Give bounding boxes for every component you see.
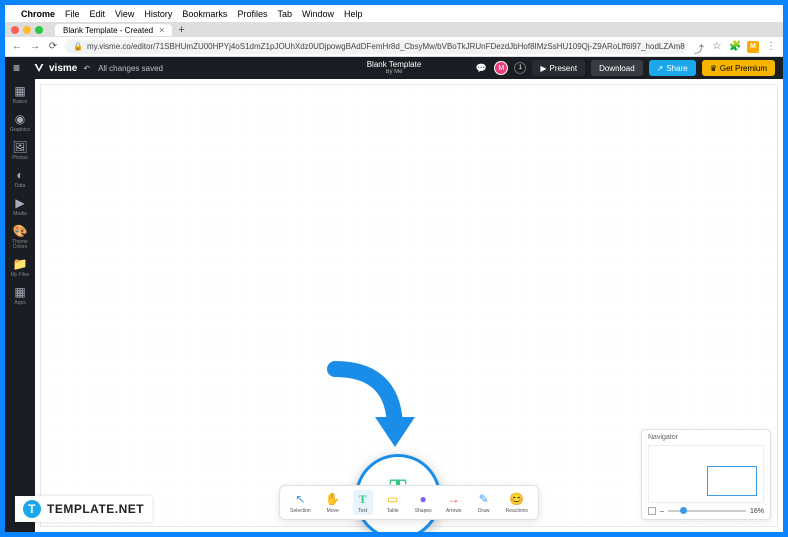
close-window-icon[interactable] — [11, 26, 19, 34]
menu-help[interactable]: Help — [344, 9, 363, 19]
arrows-icon: → — [446, 491, 462, 507]
selection-icon: ↖ — [292, 491, 308, 507]
template-net-logo-icon: T — [23, 500, 41, 518]
close-tab-icon[interactable]: × — [159, 25, 164, 35]
save-status: All changes saved — [98, 64, 163, 73]
present-button[interactable]: ▶ Present — [532, 60, 585, 76]
share-icon[interactable]: ⤴ — [693, 41, 705, 53]
back-button[interactable]: ← — [11, 41, 23, 52]
fullscreen-icon[interactable] — [648, 507, 656, 515]
browser-tab[interactable]: Blank Template - Created × — [55, 24, 172, 36]
tool-move[interactable]: ✋Move — [323, 490, 343, 515]
menu-bookmarks[interactable]: Bookmarks — [182, 9, 227, 19]
photos-icon: 🖼 — [12, 139, 28, 155]
tab-title: Blank Template - Created — [63, 26, 153, 35]
sidebar-theme-colors[interactable]: 🎨Theme Colors — [6, 223, 34, 250]
menu-file[interactable]: File — [65, 9, 80, 19]
new-tab-button[interactable]: + — [178, 24, 184, 36]
sidebar-photos[interactable]: 🖼Photos — [6, 139, 34, 161]
reload-button[interactable]: ⟳ — [47, 41, 59, 52]
visme-app: ≡ visme ↶ All changes saved Blank Templa… — [5, 57, 783, 532]
zoom-out-icon[interactable]: – — [660, 508, 664, 515]
menu-app[interactable]: Chrome — [21, 9, 55, 19]
zoom-thumb[interactable] — [680, 507, 687, 514]
lock-icon: 🔒 — [73, 42, 83, 51]
undo-icon[interactable]: ↶ — [83, 64, 90, 73]
apps-icon: ▦ — [12, 284, 28, 300]
shapes-icon: ● — [415, 491, 431, 507]
tool-selection[interactable]: ↖Selection — [288, 490, 313, 515]
comments-icon[interactable]: 💬 — [474, 61, 488, 75]
zoom-control: – 16% — [648, 507, 764, 515]
extensions-icon[interactable]: 🧩 — [729, 41, 741, 53]
maximize-window-icon[interactable] — [35, 26, 43, 34]
menu-history[interactable]: History — [144, 9, 172, 19]
tool-reactions[interactable]: 😊Reactions — [504, 490, 530, 515]
palette-icon: 🎨 — [12, 223, 28, 239]
tool-arrows[interactable]: →Arrows — [444, 490, 464, 515]
download-button[interactable]: Download — [591, 60, 643, 76]
navigator-viewport[interactable] — [648, 445, 764, 503]
bottom-toolbar: ↖Selection ✋Move TText ▭Table ●Shapes →A… — [279, 485, 539, 520]
draw-icon: ✎ — [476, 491, 492, 507]
get-premium-button[interactable]: ♛ Get Premium — [702, 60, 775, 76]
app-header: ≡ visme ↶ All changes saved Blank Templa… — [5, 57, 783, 79]
files-icon: 📁 — [12, 256, 28, 272]
mac-menubar: Chrome File Edit View History Bookmarks … — [5, 5, 783, 23]
share-button[interactable]: ↗ Share — [649, 60, 696, 76]
url-text: my.visme.co/editor/71SBHUmZU00HPYj4oS1dm… — [87, 42, 685, 51]
left-sidebar: ▦Basics ◉Graphics 🖼Photos ◐Data ▶Media 🎨… — [5, 79, 35, 532]
sidebar-my-files[interactable]: 📁My Files — [6, 256, 34, 278]
menu-edit[interactable]: Edit — [90, 9, 106, 19]
address-bar[interactable]: 🔒 my.visme.co/editor/71SBHUmZU00HPYj4oS1… — [65, 40, 687, 54]
reactions-icon: 😊 — [509, 491, 525, 507]
media-icon: ▶ — [12, 195, 28, 211]
navigator-panel: Navigator – 16% — [641, 429, 771, 520]
chrome-toolbar: ← → ⟳ 🔒 my.visme.co/editor/71SBHUmZU00HP… — [5, 37, 783, 57]
profile-avatar[interactable]: M — [747, 41, 759, 53]
menu-profiles[interactable]: Profiles — [237, 9, 267, 19]
tool-text[interactable]: TText — [353, 490, 373, 515]
table-icon: ▭ — [385, 491, 401, 507]
sidebar-media[interactable]: ▶Media — [6, 195, 34, 217]
data-icon: ◐ — [12, 167, 28, 183]
forward-button[interactable]: → — [29, 41, 41, 52]
zoom-slider[interactable] — [668, 510, 746, 512]
bookmark-icon[interactable]: ☆ — [711, 41, 723, 53]
basics-icon: ▦ — [12, 83, 28, 99]
menu-window[interactable]: Window — [302, 9, 334, 19]
tool-draw[interactable]: ✎Draw — [474, 490, 494, 515]
window-controls[interactable] — [11, 26, 43, 34]
minimize-window-icon[interactable] — [23, 26, 31, 34]
text-icon: T — [355, 491, 371, 507]
navigator-title: Navigator — [648, 434, 764, 441]
sidebar-graphics[interactable]: ◉Graphics — [6, 111, 34, 133]
tool-shapes[interactable]: ●Shapes — [413, 490, 434, 515]
template-net-watermark: T TEMPLATE.NET — [15, 496, 152, 522]
visme-logo[interactable]: visme — [33, 62, 77, 74]
template-net-label: TEMPLATE.NET — [47, 502, 144, 516]
chrome-menu-icon[interactable]: ⋮ — [765, 41, 777, 53]
zoom-value: 16% — [750, 508, 764, 515]
sidebar-basics[interactable]: ▦Basics — [6, 83, 34, 105]
chrome-tabstrip: Blank Template - Created × + — [5, 23, 783, 37]
canvas-area[interactable]: T Text ↖Selection ✋Move TText ▭Table ●Sh… — [35, 79, 783, 532]
user-avatar[interactable]: M — [494, 61, 508, 75]
document-title[interactable]: Blank Template By Me — [367, 61, 422, 75]
navigator-viewbox[interactable] — [707, 466, 757, 496]
sidebar-data[interactable]: ◐Data — [6, 167, 34, 189]
menu-view[interactable]: View — [115, 9, 134, 19]
menu-tab[interactable]: Tab — [277, 9, 292, 19]
sidebar-apps[interactable]: ▦Apps — [6, 284, 34, 306]
hamburger-icon[interactable]: ≡ — [13, 61, 27, 75]
graphics-icon: ◉ — [12, 111, 28, 127]
notification-badge[interactable]: 1 — [514, 62, 526, 74]
move-icon: ✋ — [325, 491, 341, 507]
tool-table[interactable]: ▭Table — [383, 490, 403, 515]
